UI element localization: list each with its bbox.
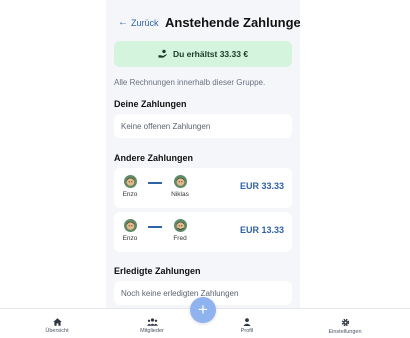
payment-amount: EUR 13.33 [239, 225, 284, 235]
page-title: Anstehende Zahlungen [165, 15, 300, 30]
payee: Fred [168, 219, 192, 242]
hand-coin-icon [158, 49, 168, 59]
payment-item[interactable]: Enzo Fred EUR 13.33 [114, 212, 292, 252]
payee-name: Niklas [171, 191, 189, 198]
payment-amount: EUR 33.33 [239, 181, 284, 191]
nav-label: Profil [240, 328, 254, 334]
back-arrow-icon: ← [118, 17, 128, 28]
payer-name: Enzo [122, 235, 138, 242]
my-payments-empty: Keine offenen Zahlungen [114, 114, 292, 138]
completed-payments-heading: Erledigte Zahlungen [114, 266, 201, 276]
profile-icon [217, 318, 277, 326]
payment-item[interactable]: Enzo Niklas EUR 33.33 [114, 168, 292, 208]
payee: Niklas [168, 175, 192, 198]
payments-panel: ← Zurück Anstehende Zahlungen Du erhälts… [106, 0, 300, 308]
receive-banner: Du erhältst 33.33 € [114, 41, 292, 67]
nav-item-members[interactable]: Mitglieder [122, 318, 182, 334]
header: ← Zurück Anstehende Zahlungen [106, 10, 300, 36]
nav-label: Mitglieder [140, 328, 164, 334]
gear-icon [315, 318, 375, 327]
nav-item-profile[interactable]: Profil [217, 318, 277, 334]
home-icon [27, 318, 87, 326]
transfer-line [148, 226, 162, 228]
members-icon [122, 318, 182, 326]
avatar-icon [123, 175, 137, 188]
nav-label: Einstellungen [328, 329, 362, 335]
add-button[interactable]: + [190, 297, 216, 323]
back-label: Zurück [131, 17, 159, 28]
payer: Enzo [118, 219, 142, 242]
nav-item-overview[interactable]: Übersicht [27, 318, 87, 334]
banner-text: Du erhältst 33.33 € [172, 49, 249, 59]
avatar-icon [123, 219, 137, 232]
payer-name: Enzo [122, 191, 138, 198]
nav-label: Übersicht [45, 328, 69, 334]
transfer-line [148, 182, 162, 184]
nav-item-settings[interactable]: Einstellungen [315, 318, 375, 335]
group-description: Alle Rechnungen innerhalb dieser Gruppe. [114, 78, 266, 87]
payer: Enzo [118, 175, 142, 198]
avatar-icon [173, 175, 187, 188]
other-payments-heading: Andere Zahlungen [114, 153, 194, 163]
back-button[interactable]: ← Zurück [118, 17, 159, 28]
payee-name: Fred [173, 235, 187, 242]
avatar-icon [173, 219, 187, 232]
my-payments-heading: Deine Zahlungen [114, 99, 187, 109]
